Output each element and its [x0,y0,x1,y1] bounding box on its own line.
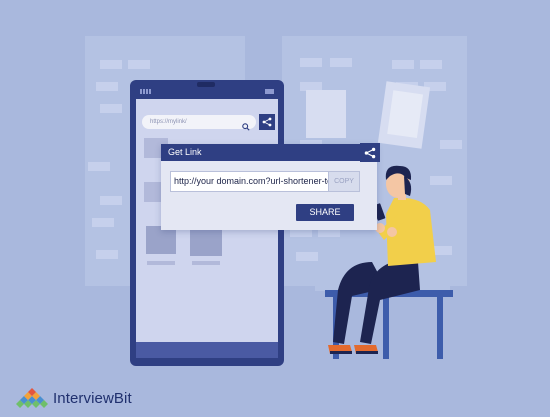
wall-frame-2-inner [387,90,424,139]
share-icon[interactable] [259,114,275,130]
copy-button[interactable]: COPY [328,172,359,191]
get-link-popup: Get Link http://your domain.com?url-shor… [161,144,377,230]
link-field[interactable]: http://your domain.com?url-shortener-too… [170,171,360,192]
phone-url-text: https://mylink/ [150,119,187,125]
share-button[interactable]: SHARE [296,204,354,221]
popup-title: Get Link [161,144,377,161]
phone-notch [197,82,215,87]
phone-bottom-bar [136,342,278,358]
screen-thumbnail-4 [190,228,222,256]
phone-url-bar[interactable]: https://mylink/ [142,115,256,131]
search-icon[interactable] [242,118,250,136]
brand-logo: InterviewBit [14,388,132,408]
logo-icon [16,388,48,408]
popup-share-icon[interactable] [360,143,380,162]
link-value[interactable]: http://your domain.com?url-shortener-too… [171,172,328,191]
phone-status-icon [265,89,274,94]
wall-frame-1 [306,90,346,138]
screen-thumbnail-3 [146,226,176,254]
brand-name: InterviewBit [53,389,132,407]
